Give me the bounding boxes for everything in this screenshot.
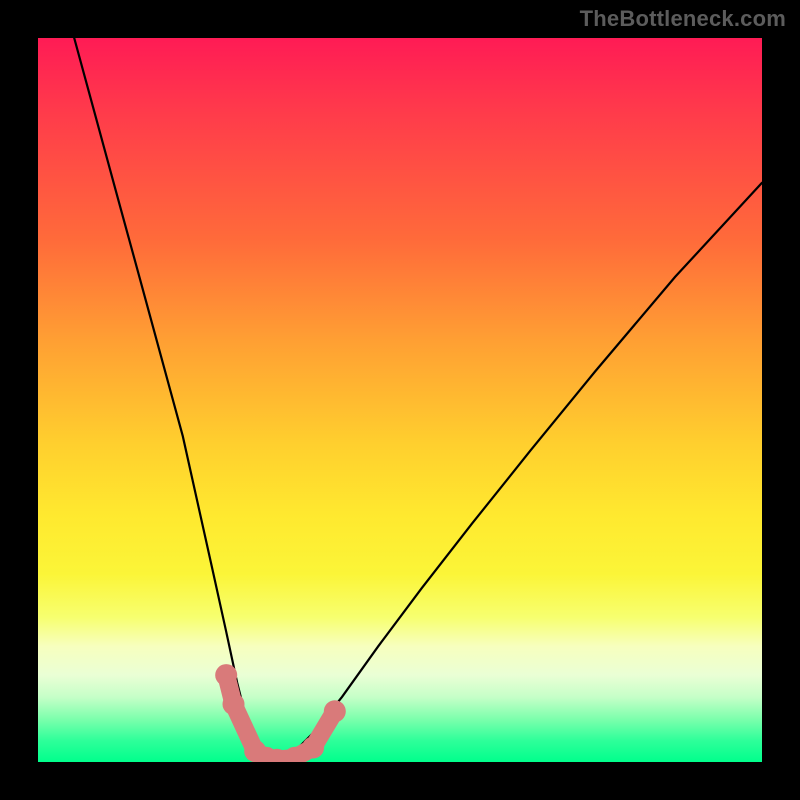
- marker-point: [324, 700, 346, 722]
- near-minimum-markers: [215, 664, 346, 762]
- marker-point: [215, 664, 237, 686]
- chart-frame: TheBottleneck.com: [0, 0, 800, 800]
- watermark-text: TheBottleneck.com: [580, 6, 786, 32]
- chart-svg: [38, 38, 762, 762]
- chart-plot-area: [38, 38, 762, 762]
- curve-right-branch: [277, 183, 762, 762]
- marker-point: [302, 737, 324, 759]
- marker-point: [223, 693, 245, 715]
- curve-left-branch: [74, 38, 277, 762]
